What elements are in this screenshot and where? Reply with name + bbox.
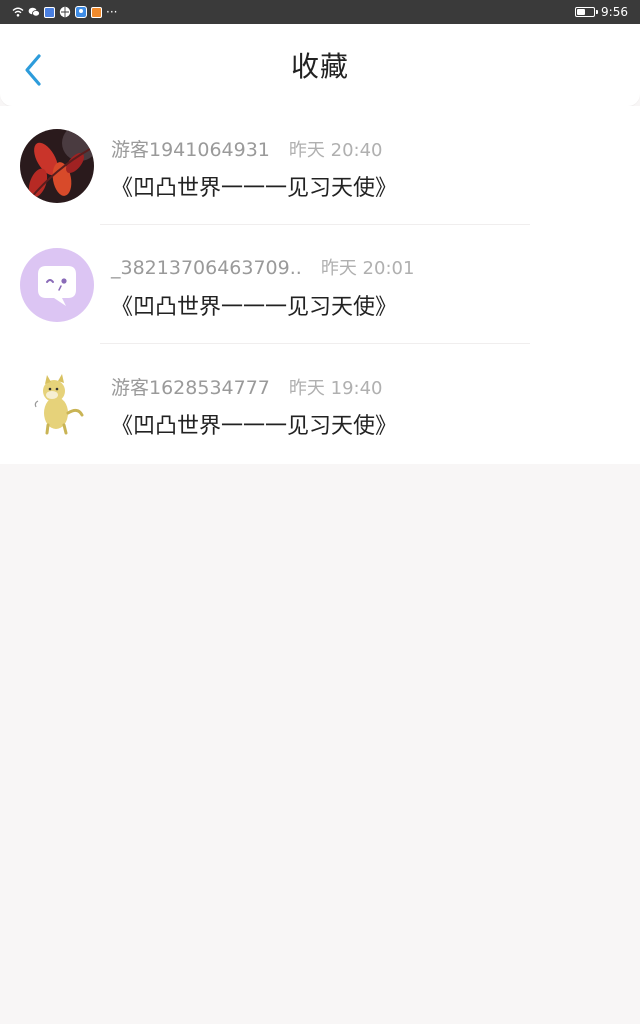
status-left-icons: ···: [12, 6, 117, 18]
status-time: 9:56: [601, 5, 628, 19]
avatar[interactable]: [20, 248, 94, 322]
app-orange-icon: [91, 6, 102, 18]
page-header: 收藏: [0, 24, 640, 106]
status-right: 9:56: [575, 5, 628, 19]
item-title[interactable]: 《凹凸世界一一一见习天使》: [111, 170, 397, 202]
wechat-icon: [28, 7, 40, 17]
shiba-dog-avatar: [20, 367, 94, 441]
overflow-dots: ···: [106, 5, 118, 19]
battery-level: [577, 9, 586, 15]
item-username: 游客1628534777: [111, 377, 270, 399]
chevron-left-icon: [25, 54, 41, 86]
wifi-icon: [12, 7, 24, 17]
item-time: 昨天 20:40: [288, 140, 383, 161]
purple-chat-bubble-avatar: [20, 248, 94, 322]
item-meta: 游客1628534777 昨天 19:40: [111, 373, 383, 400]
item-meta: _38213706463709.. 昨天 20:01: [111, 254, 414, 280]
item-meta: 游客1941064931 昨天 20:40: [111, 135, 383, 162]
status-bar: ··· 9:56: [0, 0, 640, 24]
item-username: _38213706463709..: [111, 257, 302, 279]
app-location-icon: [75, 6, 87, 18]
red-leaves-avatar: [20, 129, 94, 203]
item-title[interactable]: 《凹凸世界一一一见习天使》: [111, 408, 397, 440]
list-item[interactable]: 游客1628534777 昨天 19:40 《凹凸世界一一一见习天使》: [0, 344, 640, 463]
item-time: 昨天 20:01: [320, 258, 415, 279]
battery-icon: [575, 7, 599, 17]
avatar[interactable]: [20, 129, 94, 203]
item-username: 游客1941064931: [111, 139, 270, 161]
app-globe-icon: [59, 6, 71, 18]
back-button[interactable]: [18, 50, 48, 90]
favorites-list: 游客1941064931 昨天 20:40 《凹凸世界一一一见习天使》 _382…: [0, 106, 640, 464]
item-time: 昨天 19:40: [288, 378, 383, 399]
avatar[interactable]: [20, 367, 94, 441]
page-title: 收藏: [290, 50, 349, 83]
item-title[interactable]: 《凹凸世界一一一见习天使》: [111, 289, 397, 321]
list-item[interactable]: 游客1941064931 昨天 20:40 《凹凸世界一一一见习天使》: [0, 106, 640, 225]
app-blue-icon: [44, 6, 55, 18]
list-item[interactable]: _38213706463709.. 昨天 20:01 《凹凸世界一一一见习天使》: [0, 225, 640, 344]
